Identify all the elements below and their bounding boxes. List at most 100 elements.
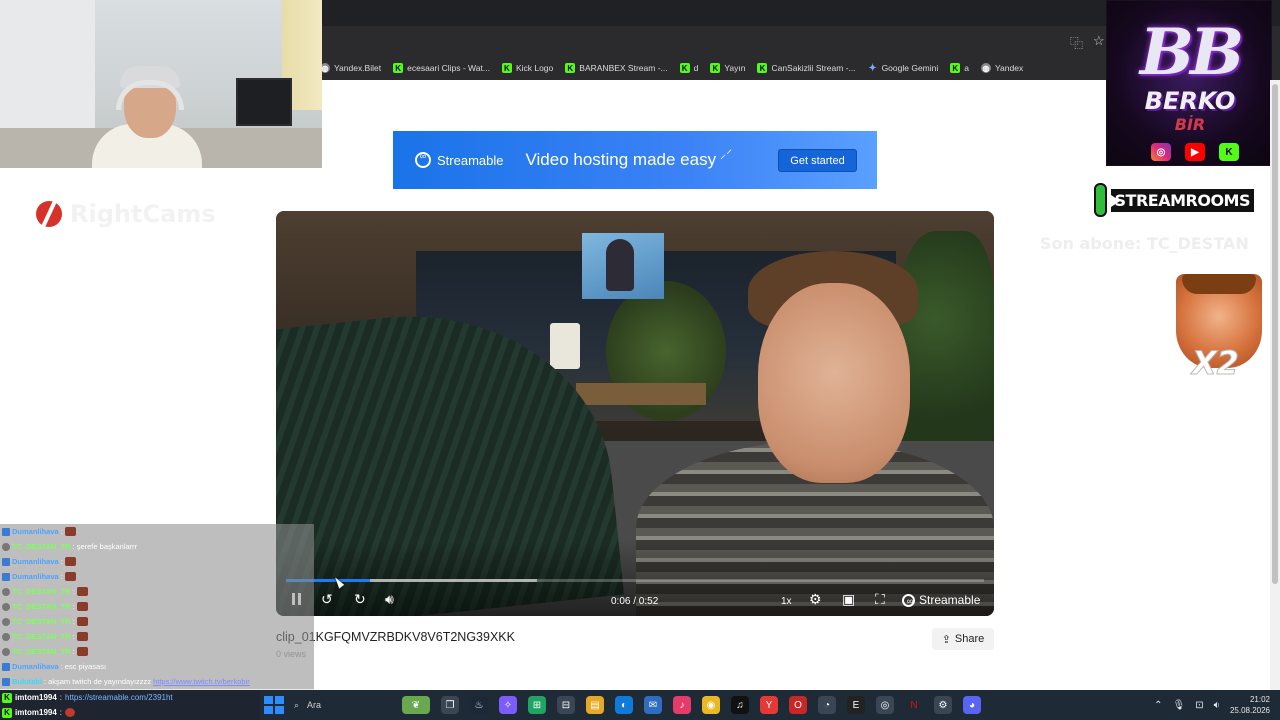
- x2-emote-badge: X2: [1176, 274, 1262, 384]
- taskbar-clock[interactable]: 21:02 25.08.2026: [1230, 694, 1270, 716]
- bookmark-item[interactable]: ◍ Yandex: [981, 63, 1023, 73]
- chat-username: TC_DESTAN_TR: [12, 647, 71, 656]
- taskbar-search[interactable]: ⌕ Ara: [294, 700, 394, 711]
- microphone-icon[interactable]: 🎙︎: [1173, 700, 1186, 711]
- bookmark-item[interactable]: ◍ Yandex.Bilet: [320, 63, 381, 73]
- play-icon: [1094, 183, 1120, 217]
- chat-text: esc piyasası: [64, 662, 107, 671]
- chat-username: TC_DESTAN_TR: [12, 602, 71, 611]
- chat-separator: :: [60, 662, 63, 671]
- xbox-icon[interactable]: ⊞: [528, 696, 546, 714]
- chat-text: şerefe başkanlarrr: [76, 542, 138, 551]
- chat-emote-icon: [76, 602, 88, 611]
- yandex-browser-icon[interactable]: Y: [760, 696, 778, 714]
- bookmark-item[interactable]: Kecesaari Clips - Wat...: [393, 63, 490, 73]
- chat-message: TC_DESTAN_TR:: [0, 614, 314, 629]
- chat-message: TC_DESTAN_TR:: [0, 629, 314, 644]
- tiktok-icon[interactable]: ♫: [731, 696, 749, 714]
- obs-icon[interactable]: ◎: [876, 696, 894, 714]
- chat-badge-icon: [2, 527, 10, 536]
- bookmark-item[interactable]: K BARANBEX Stream -...: [565, 63, 668, 73]
- opera-icon[interactable]: O: [789, 696, 807, 714]
- chat-message: TC_DESTAN_TR:: [0, 599, 314, 614]
- chat-separator: :: [72, 647, 75, 656]
- chat-separator: :: [72, 542, 75, 551]
- share-label: Share: [954, 633, 985, 645]
- task-view-icon[interactable]: ❐: [441, 696, 459, 714]
- chat-emote-icon: [76, 617, 88, 626]
- settings-gear-icon[interactable]: ⚙: [809, 591, 822, 607]
- fullscreen-icon[interactable]: ⛶: [875, 591, 885, 607]
- chat-username: Dumanlihava: [12, 527, 59, 536]
- volume-icon[interactable]: 🔊︎: [385, 591, 394, 607]
- watermark-text: RightCams: [70, 200, 216, 228]
- settings-icon[interactable]: ⚙: [934, 696, 952, 714]
- scrollbar-thumb[interactable]: [1272, 84, 1278, 584]
- translate-icon[interactable]: ⿻: [1070, 33, 1083, 52]
- chat-message: TC_DESTAN_TR: şerefe başkanlarrr: [0, 539, 314, 554]
- streamrooms-logo: STREAMROOMS: [1094, 182, 1254, 218]
- get-started-button[interactable]: Get started: [778, 149, 857, 172]
- share-icon: ⇪: [941, 633, 951, 646]
- tray-overflow-icon[interactable]: ⌃: [1154, 700, 1162, 711]
- chat-separator: :: [60, 527, 63, 536]
- rewind-10-icon[interactable]: ↺: [321, 591, 333, 607]
- edge-icon[interactable]: ◐: [615, 696, 633, 714]
- bookmark-label: ecesaari Clips - Wat...: [407, 63, 490, 73]
- channel-logo-name: BERKO: [1144, 87, 1236, 115]
- chat-emote-icon: [64, 572, 76, 581]
- bookmark-star-icon[interactable]: ☆: [1093, 33, 1105, 49]
- store-icon[interactable]: ⊟: [557, 696, 575, 714]
- chat-link[interactable]: https://www.twitch.tv/berkobir: [153, 677, 250, 686]
- bookmark-item[interactable]: Kd: [679, 63, 698, 73]
- bookmark-label: Kick Logo: [515, 63, 554, 73]
- gemini-icon: ✦: [868, 62, 877, 74]
- chrome-icon[interactable]: ◉: [702, 696, 720, 714]
- video-player[interactable]: ↺ ↻ 🔊︎ 0:06 / 0:52 1x ⚙ ▣ ⛶ Streamable: [276, 211, 994, 616]
- tiktok-studio-icon[interactable]: ♪: [673, 696, 691, 714]
- player-brand-label: Streamable: [919, 593, 981, 607]
- chat-badge-icon: [2, 587, 10, 596]
- widgets-icon[interactable]: ❦: [402, 696, 430, 714]
- bookmark-label: BARANBEX Stream -...: [579, 63, 668, 73]
- network-icon[interactable]: ⊡: [1195, 700, 1203, 711]
- kick-icon: K: [679, 63, 690, 73]
- bookmark-item[interactable]: K Yayın: [710, 63, 745, 73]
- playback-speed-button[interactable]: 1x: [781, 594, 792, 610]
- speedtest-icon[interactable]: ◔: [818, 696, 836, 714]
- speaker-icon[interactable]: 🔉︎: [1214, 700, 1220, 711]
- netflix-icon[interactable]: N: [905, 696, 923, 714]
- chat-link[interactable]: https://streamable.com/2391ht: [65, 693, 173, 702]
- player-streamable-logo[interactable]: Streamable: [902, 592, 981, 609]
- chat-message: TC_DESTAN_TR:: [0, 644, 314, 659]
- kick-icon: K: [393, 63, 404, 73]
- outlook-icon[interactable]: ✉: [644, 696, 662, 714]
- kick-icon: K: [2, 707, 12, 718]
- page-scrollbar[interactable]: [1270, 80, 1280, 690]
- chat-message: TC_DESTAN_TR:: [0, 584, 314, 599]
- screen: ⿻ ☆ ◍ Yandex.Bilet Kecesaari Clips - Wat..…: [0, 0, 1280, 720]
- streamable-ad-banner[interactable]: Streamable Video hosting made easy ⸝⸍ Ge…: [393, 131, 877, 189]
- bookmark-item[interactable]: K CanSakizlii Stream -...: [757, 63, 856, 73]
- chat-emote-icon: [76, 647, 88, 656]
- kick-icon: K: [1219, 143, 1239, 161]
- bookmark-item[interactable]: K Kick Logo: [501, 63, 554, 73]
- epic-games-icon[interactable]: E: [847, 696, 865, 714]
- bookmark-label: Google Gemini: [881, 63, 939, 73]
- chat-text: akşam twitch de yayındayızzzz: [48, 677, 152, 686]
- bookmark-item[interactable]: Ka: [950, 63, 969, 73]
- discord-icon[interactable]: ◕: [963, 696, 981, 714]
- windows-start-icon[interactable]: [262, 694, 284, 716]
- chat-username: Dumanlihava: [12, 662, 59, 671]
- share-button[interactable]: ⇪ Share: [932, 628, 994, 650]
- channel-logo: BB BERKO BİR ◎ ▶ K: [1106, 0, 1272, 166]
- picture-in-picture-icon[interactable]: ▣: [842, 591, 855, 607]
- steam-icon[interactable]: ♨: [470, 696, 488, 714]
- chat-separator: :: [59, 693, 63, 702]
- copilot-icon[interactable]: ✧: [499, 696, 517, 714]
- chat-message: Dumanlihava: esc piyasası: [0, 659, 314, 674]
- bookmark-item[interactable]: ✦ Google Gemini: [868, 62, 939, 74]
- file-explorer-icon[interactable]: ▤: [586, 696, 604, 714]
- forward-10-icon[interactable]: ↻: [354, 591, 366, 607]
- progress-bar[interactable]: [286, 579, 984, 582]
